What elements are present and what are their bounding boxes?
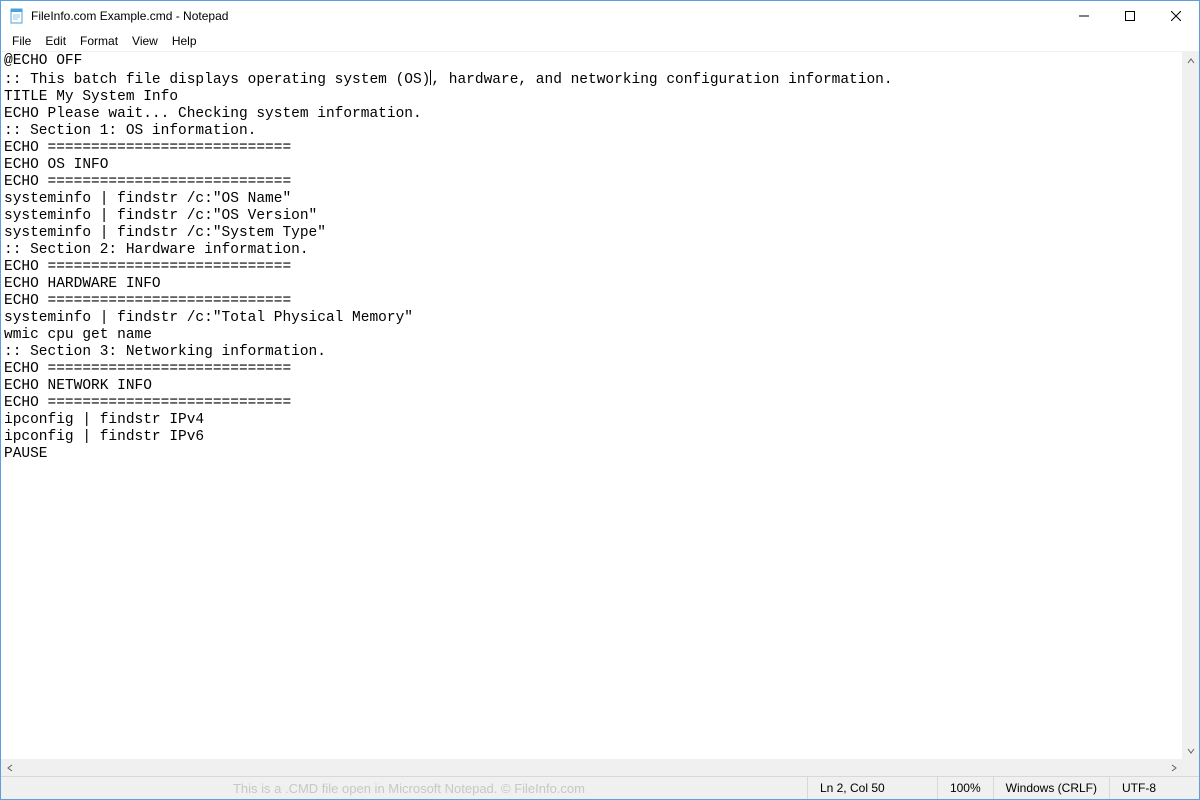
scroll-up-icon[interactable] <box>1182 52 1199 69</box>
vertical-scrollbar[interactable] <box>1182 52 1199 759</box>
scroll-left-icon[interactable] <box>1 759 18 776</box>
maximize-button[interactable] <box>1107 1 1153 31</box>
status-zoom: 100% <box>937 777 993 799</box>
status-line-ending: Windows (CRLF) <box>993 777 1109 799</box>
minimize-button[interactable] <box>1061 1 1107 31</box>
statusbar: This is a .CMD file open in Microsoft No… <box>1 776 1199 799</box>
close-button[interactable] <box>1153 1 1199 31</box>
window-title: FileInfo.com Example.cmd - Notepad <box>31 9 228 23</box>
notepad-window: FileInfo.com Example.cmd - Notepad File … <box>0 0 1200 800</box>
horizontal-scrollbar[interactable] <box>1 759 1182 776</box>
menu-file[interactable]: File <box>5 33 38 49</box>
notepad-app-icon <box>9 8 25 24</box>
scroll-down-icon[interactable] <box>1182 742 1199 759</box>
menubar: File Edit Format View Help <box>1 31 1199 51</box>
menu-help[interactable]: Help <box>165 33 204 49</box>
status-encoding: UTF-8 <box>1109 777 1199 799</box>
status-position: Ln 2, Col 50 <box>807 777 937 799</box>
watermark-text: This is a .CMD file open in Microsoft No… <box>1 781 807 796</box>
scroll-right-icon[interactable] <box>1165 759 1182 776</box>
scroll-corner <box>1182 759 1199 776</box>
editor-area: @ECHO OFF :: This batch file displays op… <box>1 51 1199 776</box>
menu-format[interactable]: Format <box>73 33 125 49</box>
menu-edit[interactable]: Edit <box>38 33 73 49</box>
text-editor[interactable]: @ECHO OFF :: This batch file displays op… <box>1 52 1199 759</box>
titlebar[interactable]: FileInfo.com Example.cmd - Notepad <box>1 1 1199 31</box>
menu-view[interactable]: View <box>125 33 165 49</box>
